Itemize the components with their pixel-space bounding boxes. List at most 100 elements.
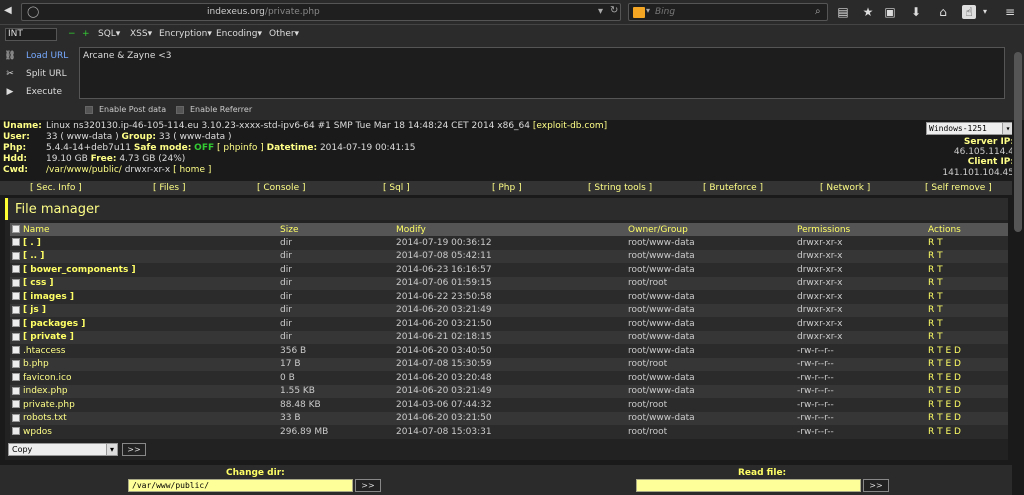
- modify-cell[interactable]: 2014-07-08 15:03:31: [394, 425, 626, 439]
- menu-sql[interactable]: [ Sql ]: [383, 183, 410, 193]
- menu-string-tools[interactable]: [ String tools ]: [588, 183, 652, 193]
- menu-icon[interactable]: ≡: [1003, 5, 1017, 19]
- permissions-cell[interactable]: drwxr-xr-x: [795, 236, 926, 250]
- menu-files[interactable]: [ Files ]: [153, 183, 186, 193]
- permissions-cell[interactable]: drwxr-xr-x: [795, 303, 926, 317]
- modify-cell[interactable]: 2014-06-22 23:50:58: [394, 290, 626, 304]
- row-checkbox[interactable]: [12, 265, 20, 274]
- header-owner[interactable]: Owner/Group: [626, 223, 795, 236]
- select-all-checkbox[interactable]: [12, 225, 20, 233]
- permissions-cell[interactable]: -rw-r--r--: [795, 371, 926, 385]
- menu-xss[interactable]: XSS▾: [130, 29, 152, 39]
- permissions-cell[interactable]: -rw-r--r--: [795, 425, 926, 439]
- file-name-link[interactable]: robots.txt: [23, 413, 67, 423]
- row-checkbox[interactable]: [12, 238, 20, 247]
- actions-cell[interactable]: R T: [926, 236, 1008, 250]
- charset-select[interactable]: Windows-1251 ▾: [926, 122, 1014, 135]
- modify-cell[interactable]: 2014-07-19 00:36:12: [394, 236, 626, 250]
- cwd-link[interactable]: /var/www/public/: [46, 165, 122, 175]
- permissions-cell[interactable]: drwxr-xr-x: [795, 330, 926, 344]
- file-name-link[interactable]: [ js ]: [23, 305, 46, 315]
- actions-cell[interactable]: R T: [926, 330, 1008, 344]
- hackbar-textarea[interactable]: Arcane & Zayne <3: [79, 47, 1005, 99]
- actions-cell[interactable]: R T E D: [926, 398, 1008, 412]
- search-icon[interactable]: ⌕: [815, 6, 821, 17]
- modify-cell[interactable]: 2014-07-08 15:30:59: [394, 357, 626, 371]
- row-checkbox[interactable]: [12, 413, 20, 422]
- enable-post-checkbox[interactable]: Enable Post data: [85, 105, 166, 114]
- reload-icon[interactable]: ↻: [610, 5, 618, 16]
- modify-cell[interactable]: 2014-07-06 01:59:15: [394, 276, 626, 290]
- home-icon[interactable]: ⌂: [936, 5, 950, 19]
- scrollbar-thumb[interactable]: [1014, 52, 1022, 232]
- file-name-link[interactable]: [ images ]: [23, 292, 74, 302]
- menu-sec-info[interactable]: [ Sec. Info ]: [30, 183, 82, 193]
- modify-cell[interactable]: 2014-06-20 03:21:50: [394, 317, 626, 331]
- search-engine-dropdown-icon[interactable]: ▾: [646, 6, 650, 15]
- file-name-link[interactable]: [ . ]: [23, 238, 41, 248]
- menu-encoding[interactable]: Encoding▾: [216, 29, 262, 39]
- menu-bruteforce[interactable]: [ Bruteforce ]: [703, 183, 763, 193]
- permissions-cell[interactable]: drwxr-xr-x: [795, 276, 926, 290]
- modify-cell[interactable]: 2014-06-21 02:18:15: [394, 330, 626, 344]
- read-file-go-button[interactable]: >>: [863, 479, 889, 492]
- back-icon[interactable]: ◀: [4, 5, 12, 16]
- row-checkbox[interactable]: [12, 373, 20, 382]
- row-checkbox[interactable]: [12, 292, 20, 301]
- permissions-cell[interactable]: -rw-r--r--: [795, 411, 926, 425]
- header-permissions[interactable]: Permissions: [795, 223, 926, 236]
- split-url-button[interactable]: ✂ Split URL: [4, 69, 66, 79]
- permissions-cell[interactable]: drwxr-xr-x: [795, 263, 926, 277]
- file-name-link[interactable]: [ css ]: [23, 278, 54, 288]
- file-name-link[interactable]: private.php: [23, 400, 75, 410]
- permissions-cell[interactable]: -rw-r--r--: [795, 384, 926, 398]
- bookmarks-menu-icon[interactable]: ▣: [883, 5, 897, 19]
- file-name-link[interactable]: [ private ]: [23, 332, 74, 342]
- execute-button[interactable]: ▶ Execute: [4, 87, 62, 97]
- menu-network[interactable]: [ Network ]: [820, 183, 870, 193]
- actions-cell[interactable]: R T: [926, 303, 1008, 317]
- change-dir-input[interactable]: /var/www/public/: [128, 479, 353, 492]
- menu-php[interactable]: [ Php ]: [492, 183, 522, 193]
- minus-icon[interactable]: −: [68, 29, 76, 39]
- modify-cell[interactable]: 2014-06-20 03:21:49: [394, 384, 626, 398]
- addon-icon[interactable]: ☝: [962, 5, 976, 19]
- modify-cell[interactable]: 2014-06-20 03:21:50: [394, 411, 626, 425]
- modify-cell[interactable]: 2014-06-23 16:16:57: [394, 263, 626, 277]
- actions-cell[interactable]: R T E D: [926, 384, 1008, 398]
- row-checkbox[interactable]: [12, 305, 20, 314]
- download-icon[interactable]: ⬇: [909, 5, 923, 19]
- modify-cell[interactable]: 2014-07-08 05:42:11: [394, 249, 626, 263]
- enable-referrer-checkbox[interactable]: Enable Referrer: [176, 105, 252, 114]
- header-name[interactable]: Name: [10, 223, 278, 236]
- page-scrollbar[interactable]: [1012, 52, 1024, 495]
- modify-cell[interactable]: 2014-03-06 07:44:32: [394, 398, 626, 412]
- actions-cell[interactable]: R T: [926, 290, 1008, 304]
- file-name-link[interactable]: [ bower_components ]: [23, 265, 136, 275]
- bulk-action-go-button[interactable]: >>: [122, 443, 146, 456]
- file-name-link[interactable]: [ packages ]: [23, 319, 85, 329]
- menu-other[interactable]: Other▾: [269, 29, 299, 39]
- row-checkbox[interactable]: [12, 359, 20, 368]
- permissions-cell[interactable]: -rw-r--r--: [795, 398, 926, 412]
- load-url-button[interactable]: ⛓ Load URL: [4, 51, 68, 61]
- actions-cell[interactable]: R T E D: [926, 411, 1008, 425]
- row-checkbox[interactable]: [12, 251, 20, 260]
- actions-cell[interactable]: R T E D: [926, 371, 1008, 385]
- file-name-link[interactable]: .htaccess: [23, 346, 65, 356]
- modify-cell[interactable]: 2014-06-20 03:40:50: [394, 344, 626, 358]
- row-checkbox[interactable]: [12, 386, 20, 395]
- file-name-link[interactable]: favicon.ico: [23, 373, 72, 383]
- menu-encryption[interactable]: Encryption▾: [159, 29, 212, 39]
- actions-cell[interactable]: R T: [926, 317, 1008, 331]
- menu-sql[interactable]: SQL▾: [98, 29, 120, 39]
- search-box[interactable]: ▾ Bing ⌕: [628, 3, 828, 21]
- actions-cell[interactable]: R T: [926, 249, 1008, 263]
- menu-self-remove[interactable]: [ Self remove ]: [925, 183, 992, 193]
- read-file-input[interactable]: [636, 479, 861, 492]
- file-name-link[interactable]: [ .. ]: [23, 251, 44, 261]
- phpinfo-link[interactable]: [ phpinfo ]: [217, 143, 264, 153]
- permissions-cell[interactable]: -rw-r--r--: [795, 344, 926, 358]
- permissions-cell[interactable]: drwxr-xr-x: [795, 317, 926, 331]
- row-checkbox[interactable]: [12, 427, 20, 436]
